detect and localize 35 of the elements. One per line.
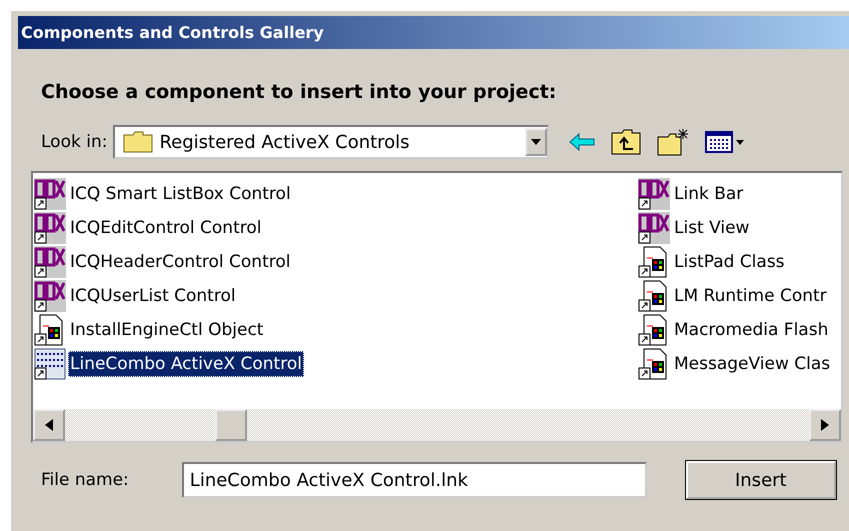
control-icon — [34, 280, 66, 312]
folder-icon — [123, 131, 154, 153]
control-icon — [638, 212, 670, 244]
list-item[interactable]: Link Bar — [672, 181, 746, 207]
scroll-right-icon[interactable] — [809, 409, 841, 441]
view-menu-icon[interactable] — [705, 130, 746, 154]
list-item[interactable]: ICQUserList Control — [68, 283, 238, 309]
back-arrow-icon[interactable] — [569, 133, 596, 151]
control-icon — [34, 178, 66, 210]
look-in-dropdown[interactable]: Registered ActiveX Controls — [113, 125, 550, 159]
list-item[interactable]: LM Runtime Contr — [672, 283, 829, 309]
file-name-field[interactable]: LineCombo ActiveX Control.lnk — [182, 462, 647, 498]
scroll-thumb[interactable] — [215, 409, 247, 441]
horizontal-scrollbar[interactable] — [33, 409, 841, 441]
list-item[interactable]: InstallEngineCtl Object — [68, 317, 266, 343]
file-name-label: File name: — [41, 470, 129, 490]
list-item[interactable]: ListPad Class — [672, 249, 787, 275]
list-item[interactable]: ICQ Smart ListBox Control — [68, 181, 293, 207]
control-icon — [34, 212, 66, 244]
list-item[interactable]: ICQHeaderControl Control — [68, 249, 292, 275]
up-folder-icon[interactable] — [611, 129, 642, 155]
list-item[interactable]: Macromedia Flash — [672, 317, 830, 343]
list-item[interactable]: ICQEditControl Control — [68, 215, 264, 241]
control-icon — [638, 178, 670, 210]
list-item[interactable]: MessageView Clas — [672, 351, 832, 377]
control-icon — [34, 246, 66, 278]
window-title: Components and Controls Gallery — [18, 16, 849, 49]
scroll-left-icon[interactable] — [33, 409, 65, 441]
list-item[interactable]: LineCombo ActiveX Control — [68, 351, 304, 377]
look-in-label: Look in: — [41, 132, 108, 152]
list-control-icon — [34, 348, 66, 380]
new-folder-icon[interactable] — [657, 128, 690, 156]
list-item[interactable]: List View — [672, 215, 752, 241]
insert-button[interactable]: Insert — [686, 461, 836, 499]
instruction-text: Choose a component to insert into your project: — [41, 81, 556, 103]
